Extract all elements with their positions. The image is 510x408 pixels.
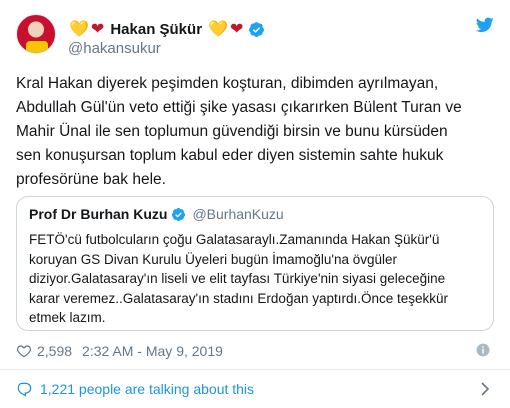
tweet-card: 💛 ❤ Hakan Şükür 💛 ❤ @hakansukur Kral Hak… [0,0,510,408]
divider [0,369,510,370]
author-display-name[interactable]: Hakan Şükür [110,21,202,38]
tweet-header: 💛 ❤ Hakan Şükür 💛 ❤ @hakansukur [16,14,494,62]
author-handle[interactable]: @hakansukur [68,40,161,58]
twitter-bird-icon[interactable] [476,17,494,33]
quoted-tweet[interactable]: Prof Dr Burhan Kuzu @BurhanKuzu FETÖ'cü … [16,196,494,331]
talking-about-text[interactable]: 1,221 people are talking about this [40,381,254,397]
like-count[interactable]: 2,598 [37,343,72,359]
talking-about-link[interactable]: 1,221 people are talking about this [16,378,494,400]
tweet-text-line: profesörüne bak hele. [16,171,166,188]
tweet-text-line: Abdullah Gül'ün veto ettiği şike yasası … [16,99,462,116]
red-heart-icon: ❤ [90,19,105,38]
quoted-text-line: diziyor.Galatasaray'ın liseli ve elit ta… [29,271,446,286]
quoted-author-handle: @BurhanKuzu [192,206,284,222]
tweet-text: Kral Hakan diyerek peşimden koşturan, di… [16,72,502,192]
author-avatar[interactable] [16,14,56,54]
tweet-timestamp[interactable]: 2:32 AM - May 9, 2019 [82,343,223,359]
verified-badge-icon [172,207,186,221]
tweet-text-line: Kral Hakan diyerek peşimden koşturan, di… [16,75,439,92]
quoted-text-line: karar veremez..Galatasaray'ın stadını Er… [29,290,449,306]
quoted-text-line: koruyan GS Divan Kurulu Üyeleri bugün İm… [29,251,398,267]
like-heart-icon[interactable] [16,343,32,359]
quoted-tweet-header: Prof Dr Burhan Kuzu @BurhanKuzu [29,206,284,222]
quoted-text-line: etmek lazım. [29,310,106,325]
chevron-right-icon[interactable] [480,382,490,396]
author-name-row[interactable]: 💛 ❤ Hakan Şükür 💛 ❤ [68,19,265,39]
reply-bubble-icon [17,382,32,397]
red-heart-icon: ❤ [229,19,244,38]
info-icon[interactable] [476,343,490,357]
quoted-text-line: FETÖ'cü futbolcuların çoğu Galatasaraylı… [29,232,440,247]
yellow-heart-icon: 💛 [208,19,228,38]
tweet-meta: 2,598 2:32 AM - May 9, 2019 [16,340,494,362]
quoted-tweet-text: FETÖ'cü futbolcuların çoğu Galatasaraylı… [29,230,485,328]
tweet-text-line: sen konuşursan toplum kabul eder diyen s… [16,147,444,164]
yellow-heart-icon: 💛 [69,19,89,38]
tweet-text-line: Mahir Ünal ile sen toplumun güvendiği bi… [16,123,448,140]
quoted-author-name: Prof Dr Burhan Kuzu [29,206,168,222]
verified-badge-icon [249,21,265,37]
